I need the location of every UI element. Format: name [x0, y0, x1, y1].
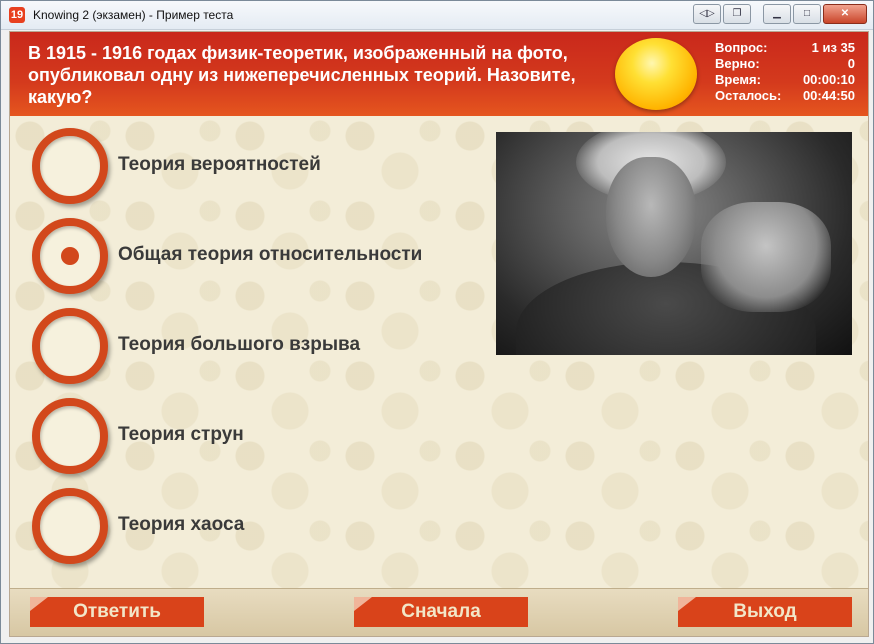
title-bar[interactable]: 19 Knowing 2 (экзамен) - Пример теста ◁▷… — [1, 1, 873, 30]
close-icon[interactable]: ✕ — [823, 4, 867, 24]
stat-label: Верно: — [715, 56, 760, 71]
radio-ring-icon[interactable] — [32, 218, 108, 294]
radio-ring-icon[interactable] — [32, 398, 108, 474]
stat-value: 00:00:10 — [802, 72, 855, 87]
answer-label[interactable]: Теория вероятностей — [118, 154, 321, 176]
answer-button[interactable]: Ответить — [30, 597, 204, 627]
stat-value: 00:44:50 — [802, 88, 855, 103]
answer-label[interactable]: Теория большого взрыва — [118, 334, 360, 356]
window-controls: ◁▷ ❐ ▁ □ ✕ — [693, 4, 867, 24]
stat-remaining: Осталось: 00:44:50 — [715, 88, 855, 104]
photo-hands — [701, 202, 831, 312]
restore-icon[interactable]: ❐ — [723, 4, 751, 24]
answer-option[interactable]: Теория струн — [32, 398, 472, 476]
action-bar: Ответить Сначала Выход — [10, 588, 868, 636]
question-photo — [496, 132, 852, 355]
exit-button[interactable]: Выход — [678, 597, 852, 627]
photo-face — [606, 157, 696, 277]
answer-label[interactable]: Общая теория относительности — [118, 244, 422, 266]
stat-correct: Верно: 0 — [715, 56, 855, 72]
answer-label[interactable]: Теория струн — [118, 424, 244, 446]
answer-option[interactable]: Общая теория относительности — [32, 218, 472, 296]
stat-label: Вопрос: — [715, 40, 768, 55]
stat-value: 1 из 35 — [811, 40, 855, 55]
answer-option[interactable]: Теория вероятностей — [32, 128, 472, 206]
app-window: 19 Knowing 2 (экзамен) - Пример теста ◁▷… — [0, 0, 874, 644]
answer-option[interactable]: Теория большого взрыва — [32, 308, 472, 386]
question-text: В 1915 - 1916 годах физик-теоретик, изоб… — [28, 43, 576, 107]
sun-icon — [615, 38, 697, 110]
radio-dot-icon — [61, 247, 79, 265]
stats-panel: Вопрос: 1 из 35 Верно: 0 Время: 00:00:10… — [715, 40, 855, 104]
stat-value: 0 — [847, 56, 855, 71]
stat-time: Время: 00:00:10 — [715, 72, 855, 88]
maximize-icon[interactable]: □ — [793, 4, 821, 24]
stat-label: Время: — [715, 72, 761, 87]
app-icon: 19 — [9, 7, 25, 23]
radio-ring-icon[interactable] — [32, 488, 108, 564]
minimize-icon[interactable]: ▁ — [763, 4, 791, 24]
test-content: В 1915 - 1916 годах физик-теоретик, изоб… — [9, 31, 869, 637]
radio-ring-icon[interactable] — [32, 128, 108, 204]
back-forward-icon[interactable]: ◁▷ — [693, 4, 721, 24]
restart-button[interactable]: Сначала — [354, 597, 528, 627]
stat-label: Осталось: — [715, 88, 782, 103]
question-header: В 1915 - 1916 годах физик-теоретик, изоб… — [10, 32, 868, 116]
answer-option[interactable]: Теория хаоса — [32, 488, 472, 566]
answer-label[interactable]: Теория хаоса — [118, 514, 244, 536]
stat-question: Вопрос: 1 из 35 — [715, 40, 855, 56]
window-title: Knowing 2 (экзамен) - Пример теста — [33, 8, 234, 22]
radio-ring-icon[interactable] — [32, 308, 108, 384]
answer-area: Теория вероятностей Общая теория относит… — [10, 116, 868, 588]
